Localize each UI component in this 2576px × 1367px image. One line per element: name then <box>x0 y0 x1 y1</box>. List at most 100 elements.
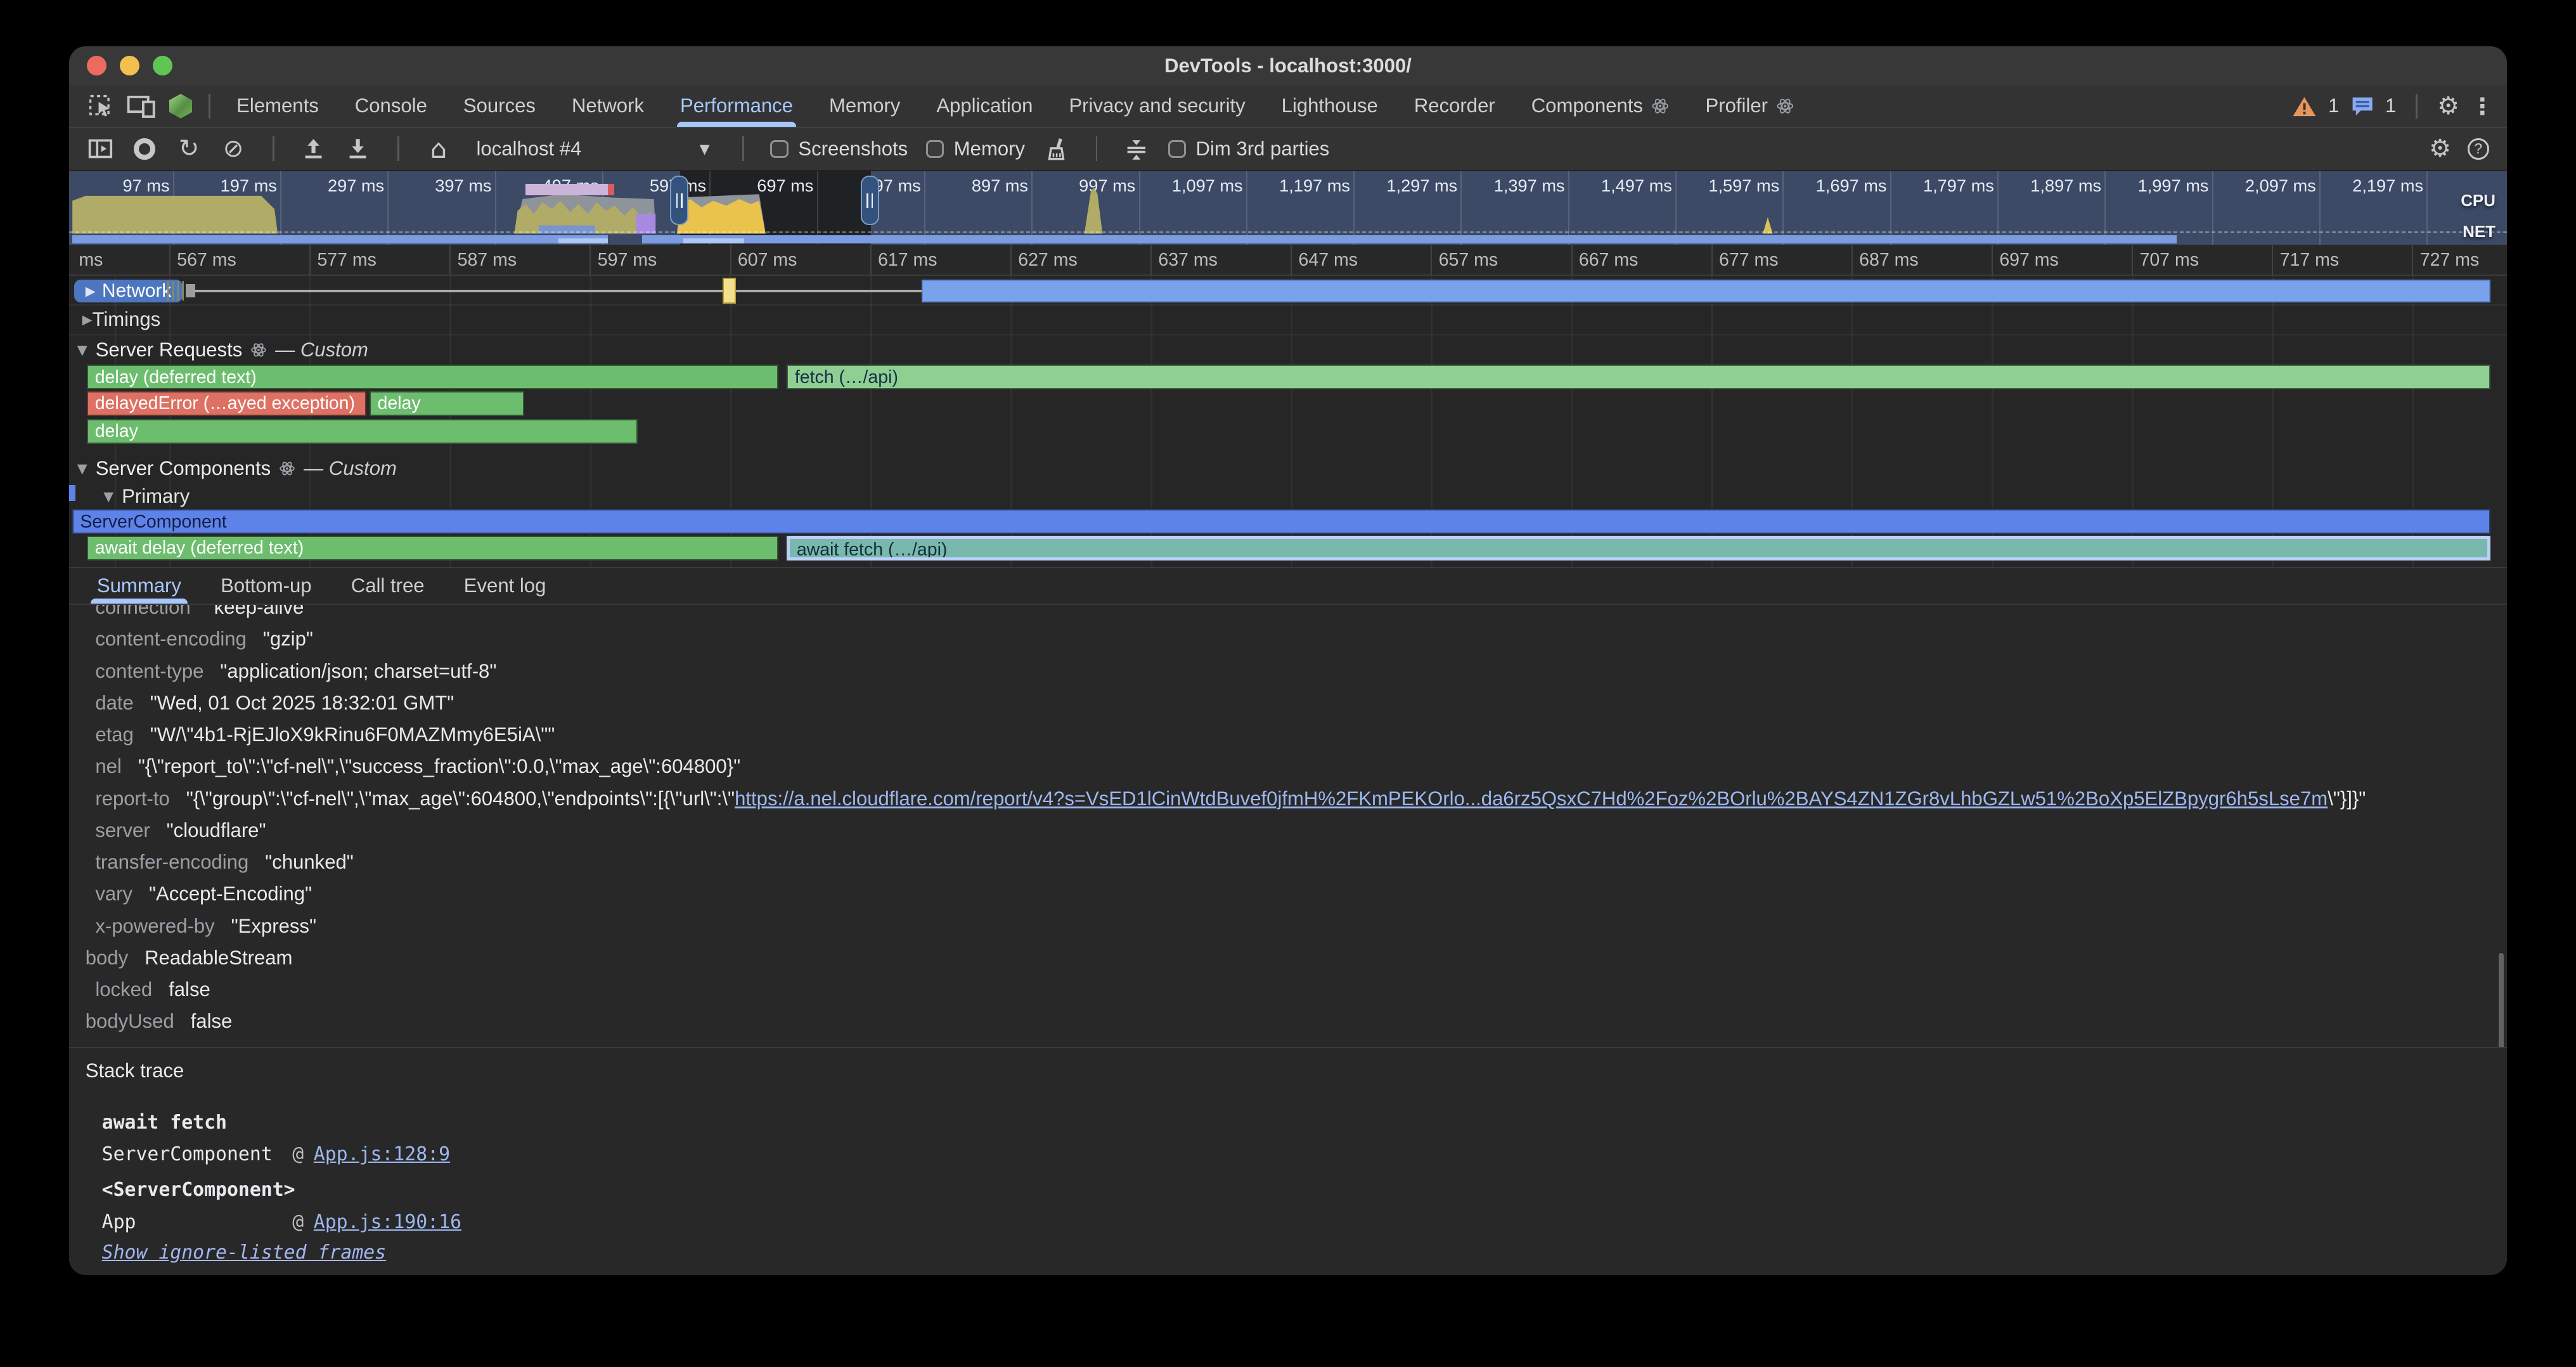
tab-recorder[interactable]: Recorder <box>1396 86 1513 127</box>
report-endpoint-link[interactable]: https://a.nel.cloudflare.com/report/v4?s… <box>735 787 2328 810</box>
tab-sources[interactable]: Sources <box>445 86 553 127</box>
collapse-arrow-icon[interactable]: ▼ <box>103 489 113 504</box>
response-properties-list: connection"keep-alive" content-encoding"… <box>69 605 2507 1038</box>
tab-privacy-and-security[interactable]: Privacy and security <box>1051 86 1263 127</box>
throttling-shortcuts-icon[interactable] <box>1124 134 1150 164</box>
clear-recording-button[interactable]: ⊘ <box>220 134 246 164</box>
ruler-tick: 697 ms <box>1992 245 2132 275</box>
tab-elements[interactable]: Elements <box>219 86 337 127</box>
ruler-tick: 637 ms <box>1150 245 1291 275</box>
server-requests-header[interactable]: ▼ Server Requests — Custom <box>69 335 2507 365</box>
ruler-tick: 677 ms <box>1711 245 1852 275</box>
stack-frame: await fetch <box>102 1107 2507 1139</box>
node-extension-icon[interactable] <box>161 88 200 124</box>
warning-icon[interactable] <box>2292 96 2317 117</box>
property-row: connection"keep-alive" <box>69 605 2507 624</box>
collapse-arrow-icon[interactable]: ▼ <box>77 461 87 476</box>
timing-bar-await-delay[interactable]: await delay (deferred text) <box>87 536 778 560</box>
device-toolbar-icon[interactable] <box>122 88 161 124</box>
tab-lighthouse[interactable]: Lighthouse <box>1263 86 1396 127</box>
ruler-tick: 577 ms <box>309 245 449 275</box>
network-request-marker-yellow[interactable] <box>723 278 736 304</box>
tab-call-tree[interactable]: Call tree <box>332 568 444 604</box>
node-gem-icon <box>169 94 192 119</box>
collapse-arrow-icon[interactable]: ▼ <box>77 342 87 358</box>
screenshots-checkbox[interactable]: Screenshots <box>770 138 908 160</box>
selection-left-handle[interactable] <box>670 176 688 225</box>
scrollbar-thumb[interactable] <box>2499 953 2504 1047</box>
timing-bar-await-fetch-selected[interactable]: await fetch (…/api) <box>787 536 2490 560</box>
close-window-button[interactable] <box>87 56 106 75</box>
property-row: etag"W/\"4b1-RjEJloX9kRinu6F0MAZMmy6E5iA… <box>69 719 2507 751</box>
history-dropdown[interactable]: localhost #4 ▼ <box>470 138 716 160</box>
source-location-link[interactable]: App.js:190:16 <box>314 1207 461 1239</box>
property-row: vary"Accept-Encoding" <box>69 878 2507 910</box>
source-location-link[interactable]: App.js:128:9 <box>314 1139 450 1171</box>
ruler-unit: ms <box>69 245 169 275</box>
timing-bar-delay-deferred-text[interactable]: delay (deferred text) <box>87 365 778 389</box>
tab-profiler[interactable]: Profiler <box>1687 86 1812 127</box>
property-row: x-powered-by"Express" <box>69 910 2507 942</box>
tab-components[interactable]: Components <box>1513 86 1687 127</box>
primary-subtrack-header[interactable]: ▼ Primary <box>69 483 2507 509</box>
stack-trace-section: Stack trace await fetch ServerComponent … <box>69 1047 2507 1275</box>
tab-event-log[interactable]: Event log <box>444 568 566 604</box>
timing-bar-servercomponent[interactable]: ServerComponent <box>72 509 2490 534</box>
dim-3rd-parties-checkbox[interactable]: Dim 3rd parties <box>1168 138 1330 160</box>
issues-message-icon[interactable] <box>2351 96 2374 117</box>
react-atom-icon <box>1776 97 1794 115</box>
minimize-window-button[interactable] <box>120 56 139 75</box>
toggle-sidebar-icon[interactable] <box>87 134 113 164</box>
record-button[interactable] <box>131 134 157 164</box>
timeline-overview[interactable]: 97 ms197 ms297 ms397 ms497 ms597 ms697 m… <box>69 171 2507 245</box>
ruler-tick: 567 ms <box>169 245 309 275</box>
memory-checkbox[interactable]: Memory <box>926 138 1025 160</box>
more-options-kebab-icon[interactable]: ⋮ <box>2471 93 2494 120</box>
timing-bar-delay-3[interactable]: delay <box>87 419 637 444</box>
property-row: transfer-encoding"chunked" <box>69 846 2507 878</box>
chevron-down-icon: ▼ <box>700 141 710 157</box>
tab-console[interactable]: Console <box>337 86 445 127</box>
reload-and-record-button[interactable]: ↻ <box>176 134 202 164</box>
tab-summary[interactable]: Summary <box>77 568 201 604</box>
ruler-tick: 727 ms <box>2412 245 2507 275</box>
property-row: content-encoding"gzip" <box>69 623 2507 655</box>
summary-pane[interactable]: connection"keep-alive" content-encoding"… <box>69 605 2507 1047</box>
property-row: server"cloudflare" <box>69 815 2507 846</box>
settings-gear-icon[interactable]: ⚙ <box>2437 92 2459 120</box>
network-track-label[interactable]: ▶ Network <box>74 280 183 302</box>
tab-bottom-up[interactable]: Bottom-up <box>201 568 332 604</box>
upload-profile-icon[interactable] <box>300 134 326 164</box>
capture-settings-gear-icon[interactable]: ⚙ <box>2429 134 2451 163</box>
timing-bar-delayed-error[interactable]: delayedError (…ayed exception) <box>87 391 366 416</box>
expand-arrow-icon[interactable]: ▶ <box>82 312 93 327</box>
network-track[interactable]: ▶ Network <box>69 276 2507 306</box>
zoom-window-button[interactable] <box>153 56 172 75</box>
react-atom-icon <box>250 342 267 358</box>
server-components-header[interactable]: ▼ Server Components — Custom <box>69 453 2507 483</box>
download-profile-icon[interactable] <box>345 134 371 164</box>
timing-bar-delay-2[interactable]: delay <box>370 391 524 416</box>
property-row: nel"{\"report_to\":\"cf-nel\",\"success_… <box>69 751 2507 782</box>
flamechart-tracks[interactable]: ▶ Network ▶ Timings ▼ Server Requests — … <box>69 276 2507 567</box>
cpu-lane-label: CPU <box>2461 192 2496 211</box>
timing-bar-fetch-api[interactable]: fetch (…/api) <box>787 365 2490 389</box>
help-icon[interactable]: ? <box>2468 138 2489 160</box>
home-live-metrics-icon[interactable]: ⌂ <box>425 134 451 164</box>
selection-right-handle[interactable] <box>861 176 879 225</box>
timings-track[interactable]: ▶ Timings <box>69 306 2507 335</box>
titlebar: DevTools - localhost:3000/ <box>69 46 2507 86</box>
tab-performance[interactable]: Performance <box>662 86 811 127</box>
show-ignore-listed-frames-link[interactable]: Show ignore-listed frames <box>102 1241 386 1264</box>
collect-garbage-icon[interactable] <box>1043 134 1069 164</box>
network-hatch-marks <box>167 281 184 301</box>
expand-arrow-icon[interactable]: ▶ <box>86 283 96 299</box>
react-atom-icon <box>279 460 295 477</box>
tab-network[interactable]: Network <box>553 86 662 127</box>
inspect-element-icon[interactable] <box>82 88 122 124</box>
network-request-bar[interactable] <box>922 280 2490 302</box>
divider <box>1096 136 1098 161</box>
divider <box>209 94 210 119</box>
tab-memory[interactable]: Memory <box>811 86 918 127</box>
tab-application[interactable]: Application <box>918 86 1051 127</box>
